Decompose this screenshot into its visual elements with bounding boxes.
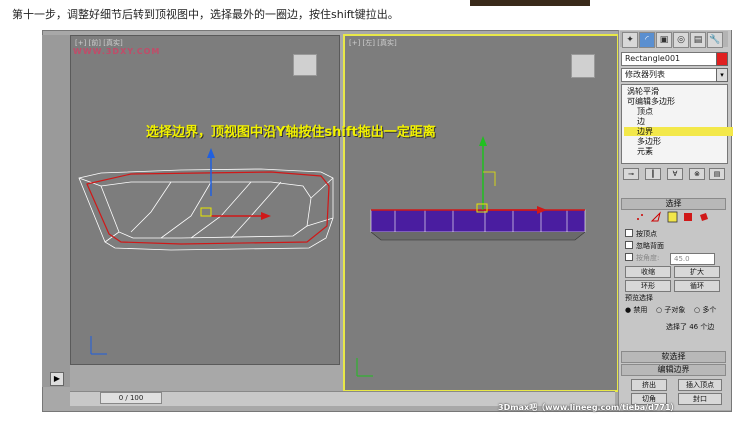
remove-modifier-icon[interactable]: ⊗ <box>689 168 705 180</box>
axis-tripod <box>356 358 373 377</box>
configure-sets-icon[interactable]: ▤ <box>709 168 725 180</box>
mesh-top-face <box>370 209 586 233</box>
viewport-top[interactable]: [+] [左] [真实] <box>343 34 619 392</box>
insert-vertex-button[interactable]: 插入顶点 <box>678 379 722 391</box>
utilities-tab-icon[interactable]: 🔧 <box>707 32 723 48</box>
edit-borders-rollout-header[interactable]: 编辑边界 <box>621 364 726 376</box>
stack-item-vertex[interactable]: 顶点 <box>634 107 653 116</box>
create-tab-icon[interactable]: ✦ <box>622 32 638 48</box>
border-level-icon <box>667 211 678 223</box>
hierarchy-tab-icon[interactable]: ▣ <box>656 32 672 48</box>
modify-tab-icon[interactable]: ◜ <box>639 32 655 48</box>
boundary-mesh <box>78 168 334 251</box>
stack-item-editable-poly[interactable]: 可编辑多边形 <box>624 97 675 106</box>
cropped-image-strip <box>470 0 590 6</box>
command-panel-tabs: ✦ ◜ ▣ ◎ ▤ 🔧 <box>620 31 728 48</box>
chevron-down-icon[interactable]: ▾ <box>716 68 728 82</box>
axis-tripod <box>90 336 107 355</box>
stack-tools: ⊸ ┃ ∀ ⊗ ▤ <box>621 166 726 182</box>
time-slider[interactable]: 0 / 100 <box>100 392 162 404</box>
instruction-overlay: 选择边界，顶视图中沿Y轴按住shift拖出一定距离 <box>146 125 436 140</box>
preview-selection-title: 预览选择 <box>625 294 653 302</box>
ring-button[interactable]: 环形 <box>625 280 671 292</box>
gizmo-z-arrow <box>207 148 215 158</box>
stack-item-turbosmooth[interactable]: 涡轮平滑 <box>624 87 659 96</box>
gizmo-y-arrow <box>479 136 487 146</box>
element-level-icon <box>700 213 708 221</box>
stack-item-element[interactable]: 元素 <box>634 147 653 156</box>
preview-subobject-radio[interactable]: ○ 子对象 <box>656 305 685 315</box>
extrude-button[interactable]: 挤出 <box>631 379 667 391</box>
make-unique-icon[interactable]: ∀ <box>667 168 683 180</box>
by-vertex-checkbox[interactable]: 按顶点 <box>625 229 657 239</box>
cap-button[interactable]: 封口 <box>678 393 722 405</box>
top-mesh-drawing <box>356 136 586 377</box>
stack-item-edge[interactable]: 边 <box>634 117 645 126</box>
modifier-stack: 涡轮平滑 可编辑多边形 顶点 边 边界 多边形 元素 <box>621 84 733 164</box>
play-button[interactable]: ▶ <box>50 372 64 386</box>
gizmo-plane <box>200 207 212 217</box>
modifier-list-dropdown[interactable]: 修改器列表 <box>621 68 719 82</box>
angle-spinner[interactable]: 45.0 <box>670 253 715 265</box>
soft-selection-rollout-header[interactable]: 软选择 <box>621 351 726 363</box>
polygon-level-icon <box>684 213 692 221</box>
left-toolbar-strip <box>42 35 70 387</box>
motion-tab-icon[interactable]: ◎ <box>673 32 689 48</box>
preview-multiple-radio[interactable]: ○ 多个 <box>694 305 716 315</box>
vertex-level-icon <box>637 214 643 220</box>
front-mesh-drawing <box>78 148 334 355</box>
by-angle-checkbox[interactable]: 按角度: <box>625 253 659 263</box>
grow-button[interactable]: 扩大 <box>674 266 720 278</box>
stack-item-border[interactable]: 边界 <box>624 127 733 136</box>
gizmo-x-arrow <box>261 212 271 220</box>
selection-status: 选择了 46 个边 <box>666 323 715 331</box>
forum-watermark: 3Dmax吧（www.lineeg.com/tieba/d771） <box>498 403 679 412</box>
preview-disabled-radio[interactable]: ● 禁用 <box>625 305 647 315</box>
loop-button[interactable]: 循环 <box>674 280 720 292</box>
edge-level-icon <box>650 211 661 222</box>
display-tab-icon[interactable]: ▤ <box>690 32 706 48</box>
subobject-level-icons <box>637 211 708 223</box>
pin-stack-icon[interactable]: ⊸ <box>623 168 639 180</box>
gizmo-offset-line <box>483 171 496 186</box>
selection-rollout-header[interactable]: 选择 <box>621 198 726 210</box>
mesh-lower-face <box>370 231 586 241</box>
object-name-field[interactable]: Rectangle001 <box>621 52 719 66</box>
ignore-backfacing-checkbox[interactable]: 忽略背面 <box>625 241 664 251</box>
shrink-button[interactable]: 收缩 <box>625 266 671 278</box>
stack-item-polygon[interactable]: 多边形 <box>634 137 661 146</box>
show-end-result-icon[interactable]: ┃ <box>645 168 661 180</box>
tutorial-caption: 第十一步，调整好细节后转到顶视图中，选择最外的一圈边，按住shift键拉出。 <box>12 8 399 21</box>
viewport-front[interactable]: [+] [前] [真实] WWW.3DXY.COM <box>70 35 340 365</box>
object-color-swatch[interactable] <box>716 52 728 66</box>
